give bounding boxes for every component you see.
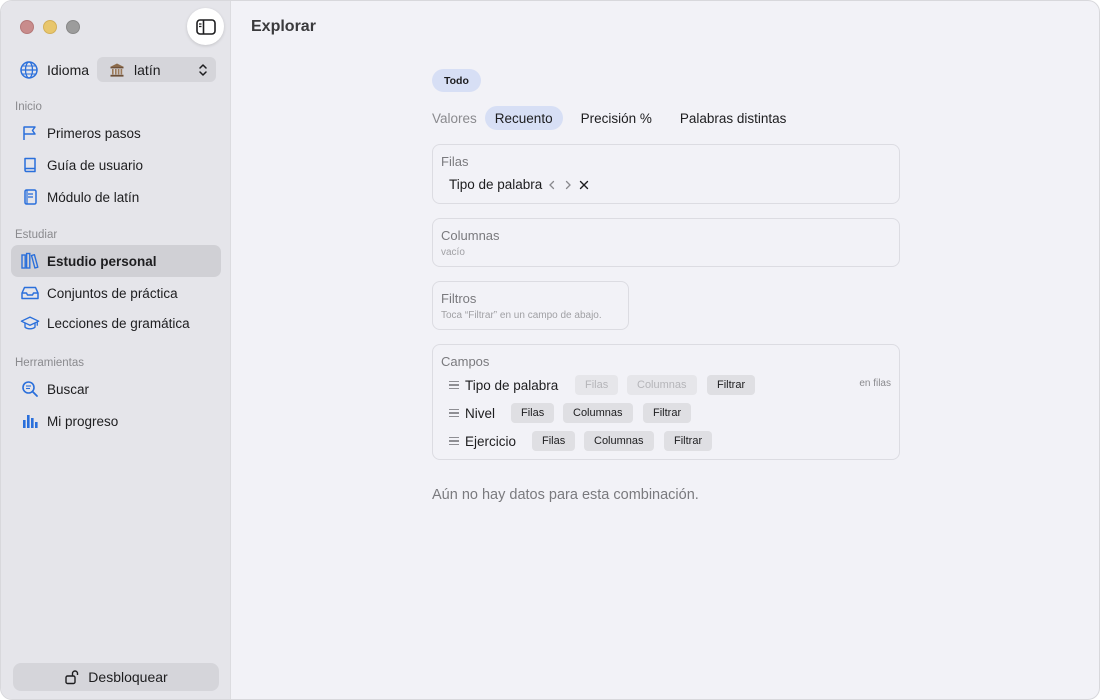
book-icon xyxy=(20,155,40,175)
sidebar-item-label: Guía de usuario xyxy=(47,157,144,173)
sidebar-toggle-button[interactable] xyxy=(187,8,224,45)
filters-hint: Toca “Filtrar” en un campo de abajo. xyxy=(441,310,602,321)
rows-panel-title: Filas xyxy=(441,154,469,169)
field-ejercicio-filtrar-button[interactable]: Filtrar xyxy=(664,431,713,451)
window-controls xyxy=(20,20,80,34)
tray-icon xyxy=(20,283,40,303)
sidebar-item-label: Mi progreso xyxy=(47,413,119,429)
unlock-icon xyxy=(64,669,80,685)
language-label: Idioma xyxy=(47,61,90,78)
field-row-nivel[interactable]: Nivel xyxy=(449,403,495,423)
drag-handle-icon[interactable] xyxy=(449,437,459,445)
field-ejercicio-columnas-button[interactable]: Columnas xyxy=(584,431,654,451)
sidebar-item-label: Conjuntos de práctica xyxy=(47,285,178,301)
chevron-right-icon[interactable] xyxy=(562,179,574,191)
minimize-window-button[interactable] xyxy=(43,20,57,34)
filters-panel-title: Filtros xyxy=(441,291,477,306)
close-window-button[interactable] xyxy=(20,20,34,34)
app-window: Idioma latín Inicio Primeros pasos Guía … xyxy=(0,0,1100,700)
field-row-tipo-de-palabra[interactable]: Tipo de palabra xyxy=(449,375,558,395)
language-select-value: latín xyxy=(134,61,161,78)
maximize-window-button[interactable] xyxy=(66,20,80,34)
sidebar-item-primeros-pasos[interactable]: Primeros pasos xyxy=(11,117,221,149)
empty-state-message: Aún no hay datos para esta combinación. xyxy=(432,487,699,503)
close-icon[interactable] xyxy=(578,179,590,191)
field-tipo-status: en filas xyxy=(859,378,891,389)
module-book-icon xyxy=(20,187,40,207)
page-title: Explorar xyxy=(251,18,316,35)
value-tab-recuento[interactable]: Recuento xyxy=(484,106,563,130)
unlock-button[interactable]: Desbloquear xyxy=(13,663,219,691)
columns-panel: Columnas vacío xyxy=(432,218,900,267)
rows-panel: Filas Tipo de palabra xyxy=(432,144,900,204)
search-icon xyxy=(20,379,40,399)
row-chip: Tipo de palabra xyxy=(449,177,590,192)
sidebar-item-mi-progreso[interactable]: Mi progreso xyxy=(11,405,221,437)
fields-panel-title: Campos xyxy=(441,354,490,369)
field-name: Nivel xyxy=(465,405,496,421)
field-name: Tipo de palabra xyxy=(465,377,559,393)
sidebar-item-label: Primeros pasos xyxy=(47,125,141,141)
sidebar: Idioma latín Inicio Primeros pasos Guía … xyxy=(1,1,231,699)
graduation-cap-icon xyxy=(20,313,40,333)
field-nivel-filtrar-button[interactable]: Filtrar xyxy=(643,403,692,423)
values-label: Valores xyxy=(432,110,477,126)
temple-icon xyxy=(109,62,125,78)
value-tab-precision[interactable]: Precisión % xyxy=(571,106,662,130)
section-title-herramientas: Herramientas xyxy=(15,357,85,369)
field-nivel-filas-button[interactable]: Filas xyxy=(511,403,555,423)
bar-chart-icon xyxy=(20,411,40,431)
sidebar-item-label: Estudio personal xyxy=(47,253,157,269)
sidebar-item-lecciones-de-gramatica[interactable]: Lecciones de gramática xyxy=(11,307,221,339)
sidebar-item-guia-de-usuario[interactable]: Guía de usuario xyxy=(11,149,221,181)
scope-pill-todo[interactable]: Todo xyxy=(432,69,481,92)
globe-icon xyxy=(19,60,39,80)
columns-panel-title: Columnas xyxy=(441,228,500,243)
field-tipo-filtrar-button[interactable]: Filtrar xyxy=(707,375,756,395)
fields-panel: Campos Tipo de palabra Filas Columnas Fi… xyxy=(432,344,900,460)
drag-handle-icon[interactable] xyxy=(449,381,459,389)
section-title-inicio: Inicio xyxy=(15,101,42,113)
unlock-label: Desbloquear xyxy=(88,669,168,685)
field-tipo-columnas-button[interactable]: Columnas xyxy=(627,375,697,395)
value-tab-palabras-distintas[interactable]: Palabras distintas xyxy=(670,106,797,130)
library-icon xyxy=(20,251,40,271)
values-selector: Valores Recuento Precisión % Palabras di… xyxy=(432,106,804,130)
filters-panel: Filtros Toca “Filtrar” en un campo de ab… xyxy=(432,281,629,330)
sidebar-item-label: Módulo de latín xyxy=(47,189,140,205)
sidebar-item-conjuntos-de-practica[interactable]: Conjuntos de práctica xyxy=(11,277,221,309)
field-nivel-columnas-button[interactable]: Columnas xyxy=(563,403,633,423)
chevron-left-icon[interactable] xyxy=(546,179,558,191)
field-ejercicio-filas-button[interactable]: Filas xyxy=(532,431,576,451)
sidebar-item-label: Buscar xyxy=(47,381,90,397)
field-tipo-filas-button[interactable]: Filas xyxy=(575,375,619,395)
row-chip-label: Tipo de palabra xyxy=(449,177,543,192)
chevron-up-down-icon xyxy=(198,63,208,77)
columns-empty-text: vacío xyxy=(441,247,465,258)
flag-icon xyxy=(20,123,40,143)
field-row-ejercicio[interactable]: Ejercicio xyxy=(449,431,516,451)
sidebar-toggle-icon xyxy=(195,18,216,35)
drag-handle-icon[interactable] xyxy=(449,409,459,417)
sidebar-item-buscar[interactable]: Buscar xyxy=(11,373,221,405)
field-name: Ejercicio xyxy=(465,433,517,449)
section-title-estudiar: Estudiar xyxy=(15,229,58,241)
sidebar-item-modulo-de-latin[interactable]: Módulo de latín xyxy=(11,181,221,213)
language-select[interactable]: latín xyxy=(97,57,217,82)
language-row: Idioma latín xyxy=(19,57,217,82)
sidebar-item-estudio-personal[interactable]: Estudio personal xyxy=(11,245,221,277)
sidebar-item-label: Lecciones de gramática xyxy=(47,315,190,331)
